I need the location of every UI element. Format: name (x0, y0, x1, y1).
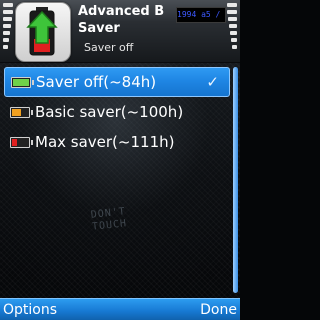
battery-medium-icon (10, 107, 33, 118)
background-watermark: DON'T TOUCH (77, 205, 141, 235)
softkey-bar: Options Done (0, 298, 240, 320)
mode-item-saver-off[interactable]: Saver off(~84h) ✓ (4, 67, 230, 97)
signal-strength-icon (3, 3, 13, 55)
mode-label: Basic saver(~100h) (35, 103, 184, 121)
header: Advanced B Saver 1994 a5 / 0 0 Saver off (0, 0, 240, 63)
saver-mode-list: Saver off(~84h) ✓ Basic saver(~100h) Max… (4, 67, 230, 157)
current-mode-status: Saver off (84, 41, 134, 54)
mode-item-max-saver[interactable]: Max saver(~111h) (4, 127, 230, 157)
mode-label: Max saver(~111h) (35, 133, 175, 151)
options-softkey[interactable]: Options (3, 299, 57, 320)
checkmark-icon: ✓ (206, 73, 219, 91)
status-readout: 1994 a5 / 0 0 (176, 7, 226, 23)
app-title-line1: Advanced B (78, 4, 165, 19)
scrollbar-thumb[interactable] (233, 67, 238, 293)
mode-label: Saver off(~84h) (36, 73, 157, 91)
done-softkey[interactable]: Done (200, 299, 237, 320)
scrollbar[interactable] (233, 67, 238, 293)
screen: Advanced B Saver 1994 a5 / 0 0 Saver off… (0, 0, 240, 320)
battery-level-icon (227, 3, 237, 55)
mode-item-basic-saver[interactable]: Basic saver(~100h) (4, 97, 230, 127)
battery-full-icon (11, 77, 34, 88)
battery-low-icon (10, 137, 33, 148)
battery-saver-app-icon (15, 2, 71, 62)
app-title-line2: Saver (78, 21, 120, 36)
